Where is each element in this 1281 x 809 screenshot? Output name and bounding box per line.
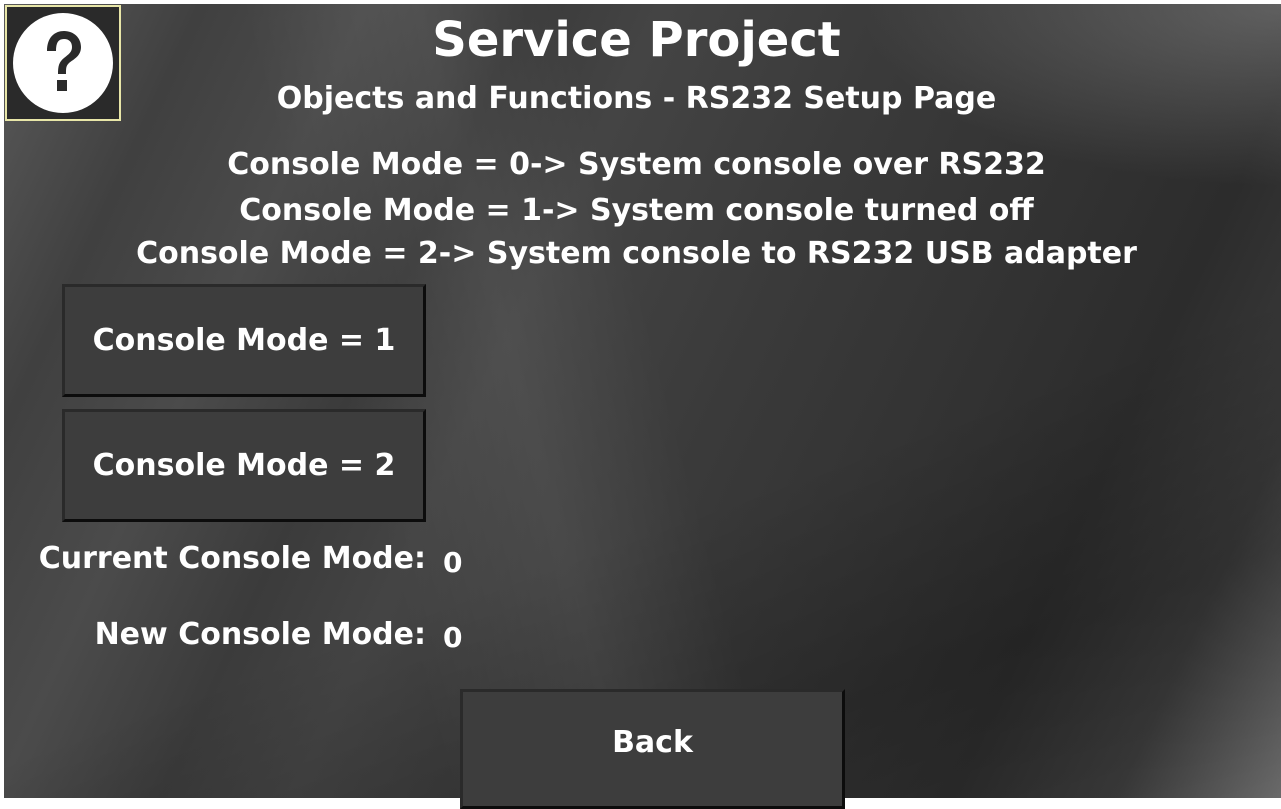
back-label: Back <box>612 724 693 760</box>
screen-background <box>4 4 1281 798</box>
console-mode-1-label: Console Mode = 1 <box>92 323 396 358</box>
current-console-mode-label: Current Console Mode: <box>38 541 426 576</box>
back-button[interactable]: Back <box>460 689 845 809</box>
page-title: Service Project <box>432 12 841 68</box>
new-console-mode-value[interactable]: 0 <box>443 618 462 658</box>
mode-description-2: Console Mode = 2-> System console to RS2… <box>136 236 1137 271</box>
new-console-mode-label: New Console Mode: <box>94 617 426 652</box>
mode-description-1: Console Mode = 1-> System console turned… <box>239 193 1034 228</box>
console-mode-1-button[interactable]: Console Mode = 1 <box>62 284 426 397</box>
console-mode-2-label: Console Mode = 2 <box>92 448 396 483</box>
current-console-mode-value: 0 <box>443 546 463 579</box>
mode-description-0: Console Mode = 0-> System console over R… <box>227 147 1046 182</box>
page-subtitle: Objects and Functions - RS232 Setup Page <box>276 81 997 116</box>
console-mode-2-button[interactable]: Console Mode = 2 <box>62 409 426 522</box>
